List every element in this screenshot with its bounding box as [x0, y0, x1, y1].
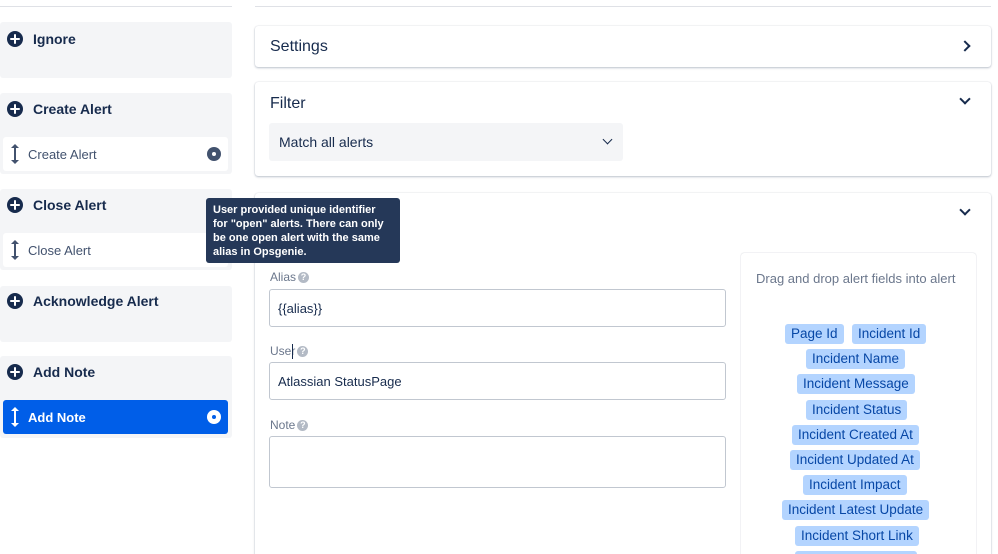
field-tag[interactable]: Incident Id [852, 324, 927, 344]
note-label: Note ? [270, 418, 309, 432]
help-icon[interactable]: ? [297, 419, 309, 431]
help-icon[interactable]: ? [298, 271, 310, 283]
group-title: Acknowledge Alert [33, 293, 159, 309]
filter-panel-title: Filter [270, 95, 306, 112]
group-ignore-header[interactable]: Ignore [0, 23, 232, 55]
action-item-close-alert[interactable]: Close Alert [3, 233, 228, 267]
group-add-note: Add Note Add Note [0, 356, 232, 438]
divider [255, 6, 991, 7]
group-ignore: Ignore [0, 22, 232, 78]
user-input-value: Atlassian StatusPage [278, 373, 402, 389]
action-item-add-note[interactable]: Add Note [3, 400, 228, 434]
plus-icon[interactable] [7, 364, 23, 380]
note-textarea[interactable] [269, 436, 726, 488]
filter-select[interactable]: Match all alerts [269, 123, 623, 161]
group-title: Create Alert [33, 101, 112, 117]
user-label: User ? [270, 344, 309, 358]
drag-handle-icon[interactable] [11, 407, 19, 427]
field-tag[interactable]: Incident Latest Update [782, 500, 930, 520]
filter-panel: Filter Match all alerts [255, 82, 991, 176]
field-tag[interactable]: Incident Updated At [790, 450, 920, 470]
action-item-label: Close Alert [28, 242, 91, 258]
filter-select-value: Match all alerts [279, 134, 374, 150]
action-groups-sidebar: Ignore Create Alert Create Alert Close A… [0, 0, 232, 554]
field-tag[interactable]: Incident Message [797, 374, 915, 394]
plus-icon[interactable] [7, 197, 23, 213]
alert-fields-dropzone: Drag and drop alert fields into alert Pa… [741, 253, 976, 554]
action-item-label: Create Alert [28, 146, 97, 162]
text-cursor [292, 344, 293, 359]
help-icon[interactable]: ? [297, 345, 309, 357]
group-title: Close Alert [33, 197, 107, 213]
gear-icon[interactable] [207, 410, 221, 424]
alias-help-tooltip: User provided unique identifier for "ope… [206, 198, 400, 263]
alias-input-value: {{alias}} [278, 300, 323, 316]
group-create-alert-header[interactable]: Create Alert [0, 93, 232, 125]
field-tag[interactable]: Incident Created At [792, 425, 919, 445]
alias-label-text: Alias [270, 270, 297, 284]
field-tag[interactable]: Page Id [785, 324, 844, 344]
dnd-hint: Drag and drop alert fields into alert [756, 271, 956, 286]
alias-input[interactable]: {{alias}} [269, 289, 726, 327]
field-tag[interactable]: Incident Name [806, 349, 906, 369]
gear-icon[interactable] [207, 147, 221, 161]
chevron-down-icon[interactable] [959, 93, 971, 105]
group-title: Ignore [33, 31, 76, 47]
plus-icon[interactable] [7, 31, 23, 47]
group-close-alert: Close Alert Close Alert [0, 189, 232, 270]
divider [0, 6, 232, 7]
group-add-note-header[interactable]: Add Note [0, 356, 232, 388]
alias-label: Alias ? [270, 270, 310, 284]
group-title: Add Note [33, 364, 96, 380]
field-tag[interactable]: Incident Status [806, 400, 908, 420]
user-input[interactable]: Atlassian StatusPage [269, 362, 726, 400]
chevron-right-icon[interactable] [959, 40, 971, 52]
action-item-create-alert[interactable]: Create Alert [3, 137, 228, 171]
drag-handle-icon[interactable] [11, 144, 19, 164]
plus-icon[interactable] [7, 293, 23, 309]
drag-handle-icon[interactable] [11, 240, 19, 260]
field-tag[interactable]: Incident Impact [803, 475, 907, 495]
chevron-down-icon[interactable] [959, 204, 971, 216]
group-create-alert: Create Alert Create Alert [0, 93, 232, 174]
settings-panel-title: Settings [270, 38, 328, 55]
plus-icon[interactable] [7, 101, 23, 117]
action-item-label: Add Note [28, 409, 86, 425]
settings-panel[interactable]: Settings [255, 26, 991, 67]
integration-editor: Ignore Create Alert Create Alert Close A… [0, 0, 998, 554]
field-tag[interactable]: Incident Short Link [795, 526, 919, 546]
group-close-alert-header[interactable]: Close Alert [0, 189, 232, 221]
note-label-text: Note [270, 418, 296, 432]
group-acknowledge-alert-header[interactable]: Acknowledge Alert [0, 285, 232, 317]
chevron-down-icon [602, 134, 613, 145]
group-acknowledge-alert: Acknowledge Alert [0, 286, 232, 342]
